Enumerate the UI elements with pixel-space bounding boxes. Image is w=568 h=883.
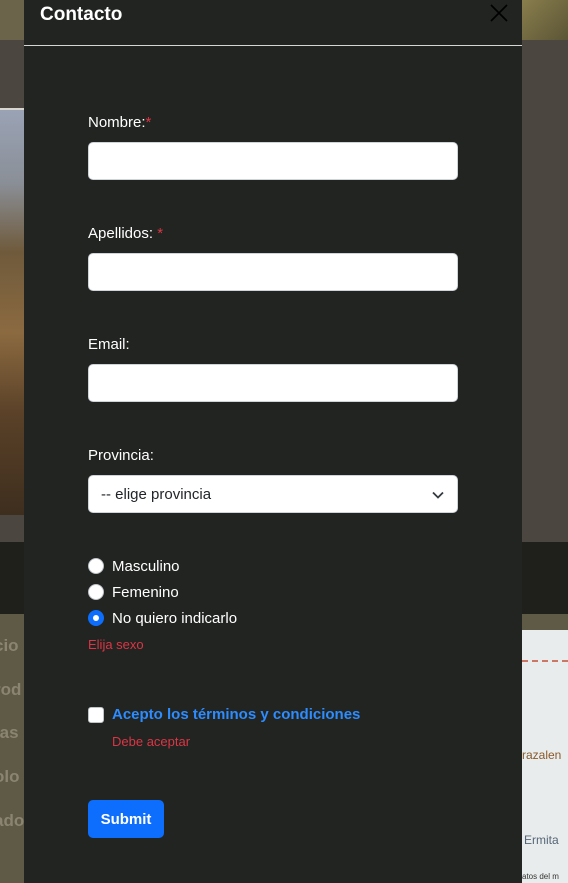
provincia-selected-value: -- elige provincia (101, 486, 212, 503)
radio-option-femenino[interactable]: Femenino (88, 582, 179, 602)
background-menu-fragment: rod (0, 680, 22, 699)
background-menu-fragment: olo (0, 767, 20, 786)
terms-row: Acepto los términos y condiciones (88, 706, 360, 723)
terms-link[interactable]: Acepto los términos y condiciones (112, 706, 360, 723)
radio-option-masculino[interactable]: Masculino (88, 556, 180, 576)
map-label: Ermita (524, 833, 559, 847)
background-menu-fragment: cio (0, 636, 19, 655)
apellidos-label-text: Apellidos: (88, 225, 154, 242)
background-map: razalen Ermita atos del m (522, 630, 568, 883)
modal-title: Contacto (40, 4, 123, 25)
nombre-label-text: Nombre: (88, 114, 146, 131)
submit-button[interactable]: Submit (88, 800, 164, 838)
radio-femenino[interactable] (88, 584, 104, 600)
background-menu-fragment: tas (0, 723, 19, 742)
required-mark: * (145, 114, 152, 131)
radio-label: Femenino (112, 583, 179, 601)
radio-label: No quiero indicarlo (112, 609, 238, 627)
modal-header: Contacto (24, 0, 522, 46)
provincia-label: Provincia: (88, 447, 154, 464)
terms-error: Debe aceptar (112, 734, 191, 749)
background-photo (0, 110, 24, 515)
apellidos-input[interactable] (88, 253, 458, 291)
radio-no-indicar[interactable] (88, 610, 104, 626)
contact-modal: Contacto Nombre:* Apellidos: * Email: Pr… (24, 0, 522, 883)
sexo-error: Elija sexo (88, 637, 144, 652)
chevron-down-icon (431, 488, 445, 502)
radio-masculino[interactable] (88, 558, 104, 574)
close-icon[interactable] (488, 2, 510, 24)
email-label: Email: (88, 336, 130, 353)
provincia-select[interactable]: -- elige provincia (88, 475, 458, 513)
email-input[interactable] (88, 364, 458, 402)
nombre-label: Nombre:* (88, 114, 151, 131)
required-mark: * (157, 225, 164, 242)
background-menu-fragment: ado (0, 811, 25, 830)
nombre-input[interactable] (88, 142, 458, 180)
apellidos-label: Apellidos: * (88, 225, 163, 242)
map-label: atos del m (522, 872, 559, 881)
terms-checkbox[interactable] (88, 706, 104, 723)
map-label: razalen (522, 748, 562, 762)
radio-label: Masculino (112, 557, 180, 575)
map-road (522, 660, 568, 740)
radio-option-no-indicar[interactable]: No quiero indicarlo (88, 608, 237, 628)
